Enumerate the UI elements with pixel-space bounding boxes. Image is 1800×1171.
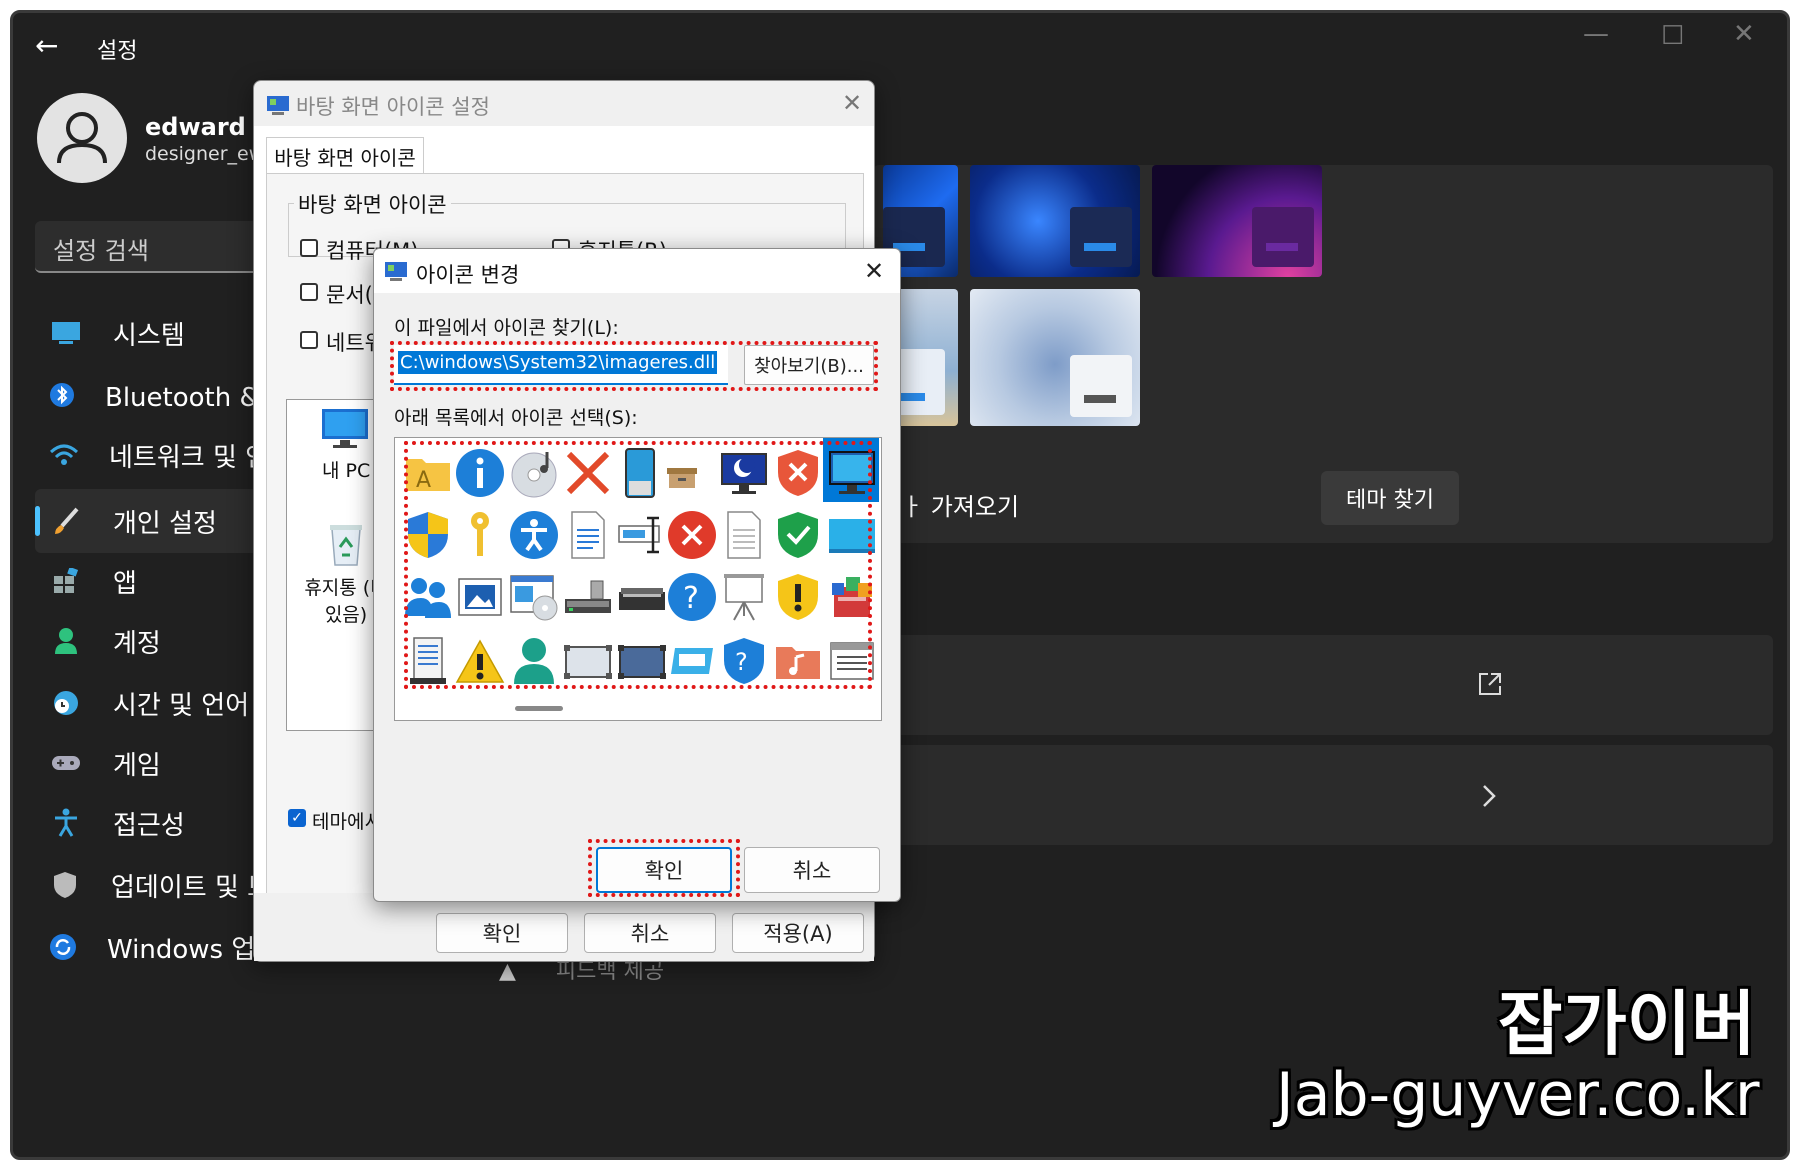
sidebar-item-label: 게임 — [113, 750, 161, 781]
person-icon — [49, 624, 83, 658]
icon-list-label: 아래 목록에서 아이콘 선택(S): — [394, 407, 638, 429]
theme-taskbar-preview — [1252, 207, 1314, 267]
gamepad-icon — [49, 746, 83, 780]
group-title: 바탕 화면 아이콘 — [294, 189, 451, 219]
update-icon — [49, 930, 77, 964]
checkbox-documents[interactable] — [300, 283, 318, 301]
shield-icon — [49, 868, 81, 902]
sidebar-item-label: 개인 설정 — [113, 508, 217, 539]
theme-taskbar-preview — [1070, 207, 1132, 267]
checkbox-network[interactable] — [300, 331, 318, 349]
back-arrow-icon[interactable]: ← — [35, 29, 58, 62]
monitor-icon — [49, 316, 83, 350]
theme-accent-bar — [1266, 243, 1298, 251]
watermark-brand: 잡가이버 — [1498, 983, 1756, 1065]
horizontal-scrollbar[interactable] — [515, 706, 563, 711]
feedback-text: 피드백 제공 — [555, 959, 665, 984]
accessibility-icon — [49, 806, 83, 840]
sidebar-item-label: 접근성 — [113, 810, 185, 841]
sidebar-item-label: 시간 및 언어 — [113, 690, 250, 721]
watermark-url: Jab-guyver.co.kr — [1276, 1060, 1760, 1130]
theme-thumbnail[interactable] — [1152, 165, 1322, 277]
feedback-icon: ▲ — [499, 959, 516, 984]
sidebar-item-label: 앱 — [113, 568, 137, 599]
ok-button[interactable]: 확인 — [436, 913, 568, 953]
file-path-label: 이 파일에서 아이콘 찾기(L): — [394, 317, 619, 339]
checkbox-computer[interactable] — [300, 239, 318, 257]
avatar[interactable] — [37, 93, 127, 183]
highlight-ok-button — [588, 839, 740, 897]
icon-label-this-pc: 내 PC — [322, 460, 371, 482]
desktop-settings-icon — [266, 93, 290, 121]
recycle-bin-icon[interactable] — [326, 521, 366, 571]
change-icon-dialog: 아이콘 변경 ✕ 이 파일에서 아이콘 찾기(L): C:\windows\Sy… — [373, 248, 901, 902]
cancel-button[interactable]: 취소 — [584, 913, 716, 953]
apply-button[interactable]: 적용(A) — [732, 913, 864, 953]
window-title: 설정 — [97, 39, 138, 64]
active-indicator — [35, 506, 40, 536]
change-dialog-title: 아이콘 변경 — [416, 263, 520, 287]
search-placeholder: 설정 검색 — [53, 237, 149, 265]
change-icon-app-icon — [384, 259, 408, 287]
apps-icon — [49, 564, 83, 598]
brush-icon — [49, 504, 83, 538]
monitor-icon[interactable] — [320, 407, 370, 455]
sidebar-item-label: 시스템 — [113, 320, 185, 351]
sidebar-item-label: 계정 — [113, 628, 161, 659]
dialog-title: 바탕 화면 아이콘 설정 — [296, 95, 490, 119]
external-link-icon — [1479, 673, 1501, 695]
close-icon[interactable]: ✕ — [842, 89, 862, 117]
minimize-button[interactable]: — — [1583, 19, 1609, 49]
person-icon — [57, 112, 107, 164]
theme-thumbnail[interactable] — [970, 165, 1140, 277]
maximize-button[interactable]: ☐ — [1661, 21, 1684, 51]
settings-row-link[interactable] — [873, 635, 1773, 735]
import-prefix: ㅏ — [901, 493, 924, 521]
find-theme-button[interactable]: 테마 찾기 — [1321, 471, 1459, 525]
highlight-file-path — [390, 341, 878, 391]
bluetooth-icon — [49, 378, 75, 412]
chevron-right-icon — [1483, 785, 1496, 807]
theme-taskbar-preview — [1070, 355, 1132, 417]
tab-desktop-icons[interactable]: 바탕 화면 아이콘 — [266, 137, 424, 174]
import-text: 가져오기 — [930, 493, 1020, 521]
checkbox-theme[interactable]: ✓ — [288, 809, 306, 827]
cancel-button[interactable]: 취소 — [744, 847, 880, 893]
theme-thumbnail[interactable] — [970, 289, 1140, 426]
highlight-icon-grid — [404, 441, 872, 689]
import-theme-label: ㅏ 가져오기 — [901, 487, 1019, 522]
checkbox-theme-label: 테마에서 — [312, 811, 382, 833]
wifi-icon — [49, 438, 79, 472]
theme-accent-bar — [1084, 243, 1116, 251]
close-button[interactable]: ✕ — [1733, 19, 1755, 49]
theme-accent-bar — [1084, 395, 1116, 403]
clock-globe-icon — [49, 686, 83, 720]
close-icon[interactable]: ✕ — [864, 257, 884, 285]
settings-row-next[interactable] — [873, 745, 1773, 845]
